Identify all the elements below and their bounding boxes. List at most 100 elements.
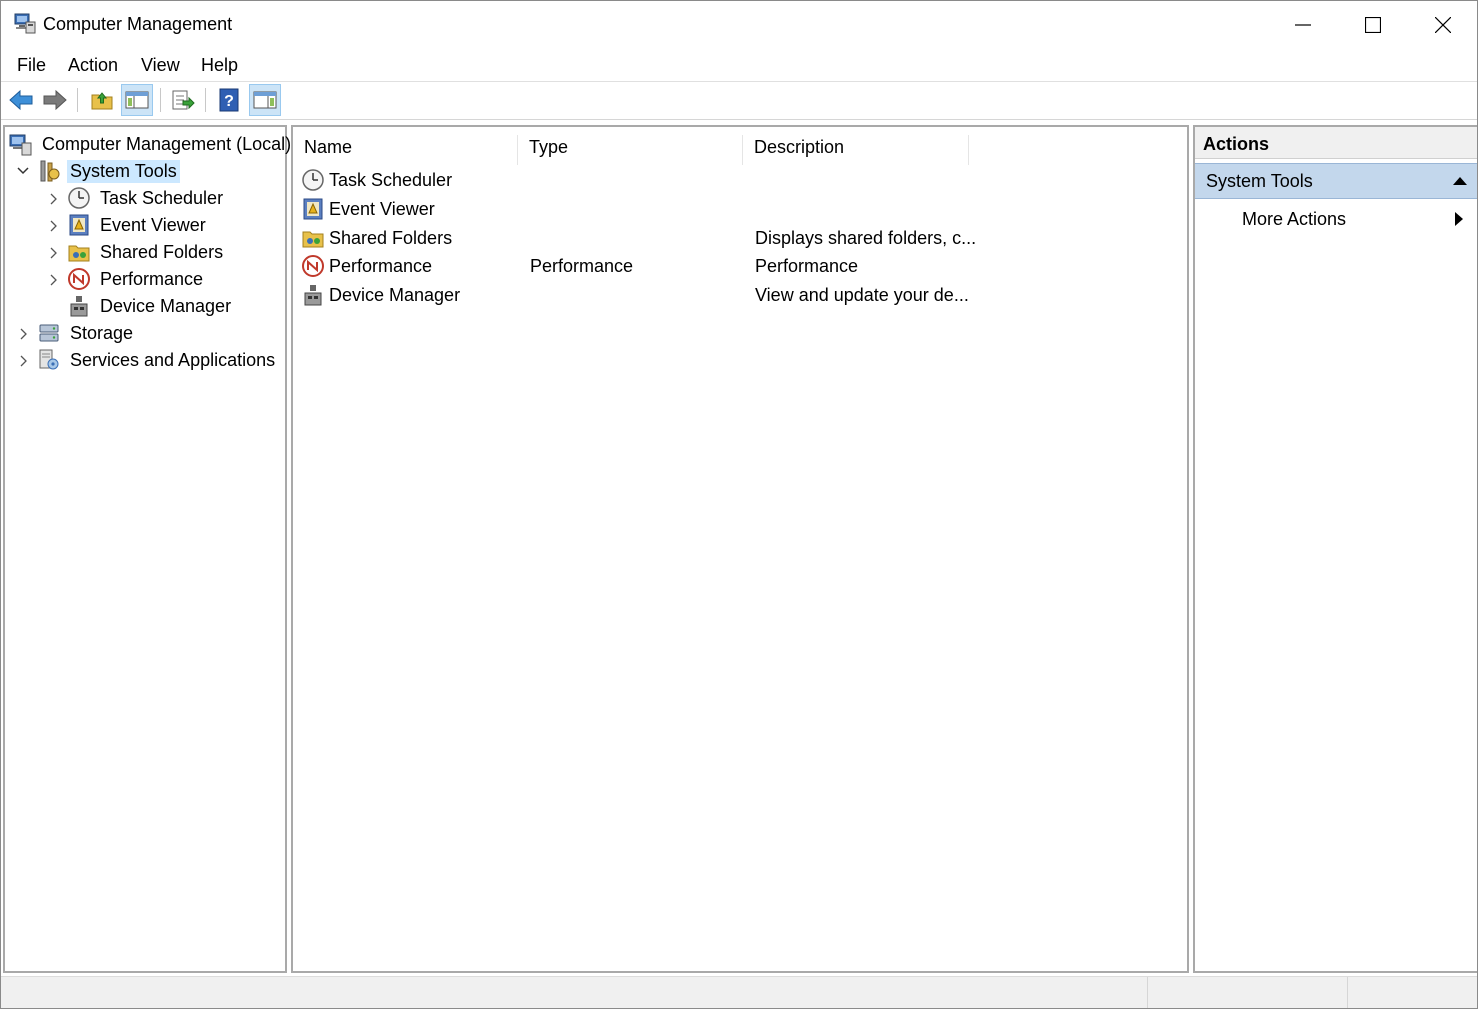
tree-label-services-and-applications: Services and Applications [70,349,276,370]
tree-item-storage[interactable]: Storage [37,320,136,346]
column-header-name[interactable]: Name [293,135,518,165]
minimize-icon [1295,23,1311,26]
chevron-right-icon[interactable] [47,247,59,259]
minimize-button[interactable] [1268,1,1338,48]
more-actions-label: More Actions [1242,209,1347,229]
list-item-description: Performance [755,256,859,276]
list-item-type: Performance [530,256,634,276]
chevron-right-icon[interactable] [47,220,59,232]
clock-icon [68,187,90,209]
tree-item-shared-folders[interactable]: Shared Folders [67,239,226,265]
chevron-right-icon[interactable] [17,328,29,340]
list-item[interactable]: Shared Folders Displays shared folders, … [301,225,1181,253]
list-item-name: Shared Folders [329,228,453,248]
tree-item-task-scheduler[interactable]: Task Scheduler [67,185,226,211]
more-actions-item[interactable]: More Actions [1195,203,1477,235]
results-list-pane[interactable]: Name Type Description Task Scheduler Eve… [291,125,1189,973]
list-item[interactable]: Performance Performance Performance [301,253,1181,281]
shared-folders-icon [68,245,90,262]
tree-label-system-tools: System Tools [67,159,180,183]
device-manager-icon [304,285,322,306]
show-hide-console-tree-icon [125,91,149,109]
chevron-down-icon[interactable] [17,165,29,177]
console-tree-pane[interactable]: Computer Management (Local) System Tools… [3,125,291,973]
actions-pane: Actions System Tools More Actions [1193,125,1477,973]
status-segment [1347,977,1477,1008]
status-segment [1147,977,1348,1008]
list-item-name: Performance [329,256,433,276]
clock-icon [302,169,324,191]
list-item[interactable]: Event Viewer [301,196,1181,224]
collapse-up-icon[interactable] [1453,177,1467,185]
toolbar: ? [1,82,1477,120]
menu-view[interactable]: View [141,55,180,76]
actions-group-label: System Tools [1206,171,1313,191]
tree-item-system-tools[interactable]: System Tools [37,158,180,184]
submenu-arrow-icon [1455,212,1463,226]
shared-folders-icon [302,231,324,248]
back-button[interactable] [5,84,37,116]
list-item-name: Task Scheduler [329,170,453,190]
tree-item-performance[interactable]: Performance [67,266,206,292]
close-button[interactable] [1408,1,1477,48]
export-list-button[interactable] [167,84,199,116]
tree-label-root: Computer Management (Local) [42,133,292,154]
list-item[interactable]: Task Scheduler [301,167,1181,195]
tree-label-device-manager: Device Manager [100,295,232,316]
menu-file[interactable]: File [17,55,46,76]
chevron-right-icon[interactable] [47,274,59,286]
help-icon: ? [219,88,239,112]
tree-label-shared-folders: Shared Folders [100,241,224,262]
toolbar-separator [160,88,161,112]
tree-label-event-viewer: Event Viewer [100,214,206,235]
close-icon [1435,16,1451,33]
computer-management-window: Computer Management File Action View Hel… [0,0,1478,1009]
storage-icon [39,324,59,342]
services-and-applications-icon [39,349,59,370]
maximize-button[interactable] [1338,1,1408,48]
help-button[interactable]: ? [213,84,245,116]
svg-text:?: ? [224,93,234,110]
actions-title: Actions [1195,127,1477,159]
up-one-level-button[interactable] [86,84,118,116]
maximize-icon [1365,16,1381,33]
tree-label-task-scheduler: Task Scheduler [100,187,224,208]
back-arrow-icon [9,89,33,111]
chevron-right-icon[interactable] [47,193,59,205]
status-bar [1,976,1477,1008]
list-item-description: Displays shared folders, c... [755,228,977,248]
list-item-name: Event Viewer [329,199,435,219]
menu-bar: File Action View Help [1,49,1477,82]
toolbar-separator [205,88,206,112]
performance-icon [302,255,324,277]
performance-icon [68,268,90,290]
actions-group-system-tools[interactable]: System Tools [1195,163,1477,199]
menu-help[interactable]: Help [201,55,238,76]
system-tools-icon [40,160,60,182]
tree-label-performance: Performance [100,268,204,289]
tree-item-event-viewer[interactable]: Event Viewer [67,212,209,238]
list-item-description: View and update your de... [755,285,969,305]
forward-arrow-icon [43,89,67,111]
tree-item-services-and-applications[interactable]: Services and Applications [37,347,278,373]
title-bar[interactable]: Computer Management [1,1,1477,48]
computer-management-icon [9,134,32,156]
column-header-description[interactable]: Description [743,135,969,165]
event-viewer-icon [69,214,89,236]
forward-button[interactable] [39,84,71,116]
tree-item-root[interactable]: Computer Management (Local) [9,131,294,157]
up-folder-icon [91,92,113,110]
list-item[interactable]: Device Manager View and update your de..… [301,282,1181,310]
column-header-type[interactable]: Type [518,135,743,165]
tree-label-storage: Storage [70,322,134,343]
menu-action[interactable]: Action [68,55,118,76]
list-item-name: Device Manager [329,285,461,305]
tree-item-device-manager[interactable]: Device Manager [67,293,234,319]
show-hide-console-tree-button[interactable] [121,84,153,116]
window-title: Computer Management [43,14,233,34]
show-hide-action-pane-button[interactable] [249,84,281,116]
computer-management-icon [14,13,36,34]
device-manager-icon [70,296,88,317]
event-viewer-icon [303,198,323,220]
chevron-right-icon[interactable] [17,355,29,367]
